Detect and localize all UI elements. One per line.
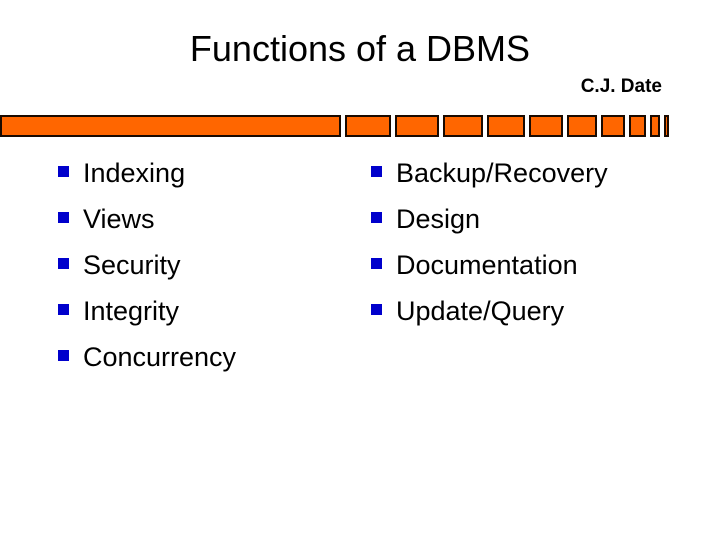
square-bullet-icon: [58, 258, 69, 269]
square-bullet-icon: [371, 166, 382, 177]
square-bullet-icon: [371, 258, 382, 269]
bar-segment: [650, 115, 660, 137]
list-item-label: Update/Query: [396, 296, 565, 326]
list-item: Update/Query: [371, 294, 701, 340]
square-bullet-icon: [371, 212, 382, 223]
list-item: Concurrency: [58, 340, 358, 386]
list-item: Backup/Recovery: [371, 156, 701, 202]
list-item: Indexing: [58, 156, 358, 202]
presentation-slide: Functions of a DBMS C.J. Date Indexing Vi…: [0, 0, 720, 540]
bar-segment: [601, 115, 625, 137]
bar-segment: [629, 115, 646, 137]
bar-segment: [395, 115, 439, 137]
square-bullet-icon: [58, 350, 69, 361]
bar-segment: [487, 115, 525, 137]
list-item-label: Security: [83, 250, 181, 280]
list-item-label: Design: [396, 204, 481, 234]
left-bullet-column: Indexing Views Security Integrity Concurrenc…: [58, 156, 358, 386]
list-item-label: Documentation: [396, 250, 578, 280]
list-item: Documentation: [371, 248, 701, 294]
list-item: Design: [371, 202, 701, 248]
bar-segment: [529, 115, 563, 137]
title-block: Functions of a DBMS C.J. Date: [0, 28, 720, 97]
square-bullet-icon: [58, 166, 69, 177]
orange-segmented-bar: [0, 115, 720, 137]
bar-segment: [443, 115, 483, 137]
list-item: Integrity: [58, 294, 358, 340]
square-bullet-icon: [58, 212, 69, 223]
square-bullet-icon: [371, 304, 382, 315]
bar-segment: [664, 115, 669, 137]
slide-subtitle-attribution: C.J. Date: [580, 76, 662, 97]
right-bullet-column: Backup/Recovery Design Documentation Update…: [371, 156, 701, 340]
list-item-label: Concurrency: [83, 342, 237, 372]
bar-segment: [345, 115, 391, 137]
bar-segment: [0, 115, 341, 137]
slide-body: Indexing Views Security Integrity Concurrenc…: [0, 156, 720, 396]
square-bullet-icon: [58, 304, 69, 315]
list-item: Security: [58, 248, 358, 294]
list-item-label: Views: [83, 204, 155, 234]
list-item-label: Integrity: [83, 296, 180, 326]
page-title: Functions of a DBMS: [189, 28, 531, 69]
list-item-label: Indexing: [83, 158, 186, 188]
list-item: Views: [58, 202, 358, 248]
bar-segment: [567, 115, 597, 137]
list-item-label: Backup/Recovery: [396, 158, 608, 188]
